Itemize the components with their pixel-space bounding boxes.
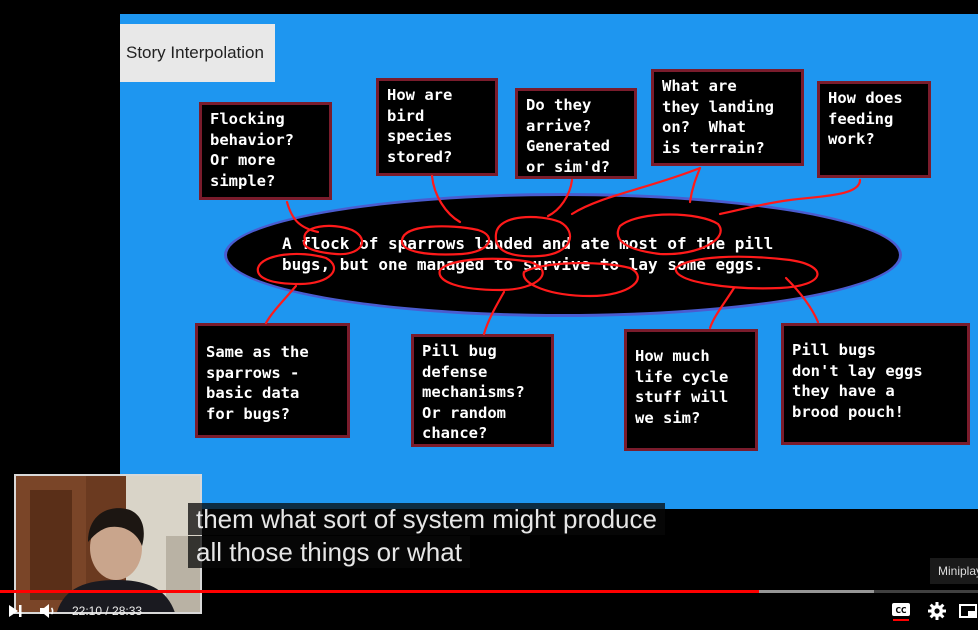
webcam-overlay xyxy=(14,474,202,614)
progress-bar[interactable] xyxy=(0,590,978,593)
time-separator: / xyxy=(102,604,113,618)
current-time: 22:10 xyxy=(72,604,103,618)
miniplayer-tooltip: Miniplayer xyxy=(930,558,978,584)
question-box-bird-species: How are bird species stored? xyxy=(376,78,498,176)
miniplayer-button[interactable] xyxy=(958,596,978,626)
caption-line-2: all those things or what xyxy=(188,536,470,568)
question-box-defense: Pill bug defense mechanisms? Or random c… xyxy=(411,334,554,447)
question-box-arrival: Do they arrive? Generated or sim'd? xyxy=(515,88,637,179)
volume-icon xyxy=(40,604,54,618)
player-controls: 22:10 / 28:33 CC xyxy=(0,596,978,630)
question-box-terrain: What are they landing on? What is terrai… xyxy=(651,69,804,166)
volume-button[interactable] xyxy=(34,596,62,626)
svg-text:CC: CC xyxy=(895,606,907,615)
settings-button[interactable] xyxy=(924,596,950,626)
caption-line-1: them what sort of system might produce xyxy=(188,503,665,535)
question-box-life-cycle: How much life cycle stuff will we sim? xyxy=(624,329,758,451)
presenter-video xyxy=(16,476,200,612)
captions-button[interactable]: CC xyxy=(888,596,914,626)
progress-played xyxy=(0,590,760,593)
question-box-bug-data: Same as the sparrows - basic data for bu… xyxy=(195,323,350,438)
slide-title: Story Interpolation xyxy=(120,24,275,82)
time-display: 22:10 / 28:33 xyxy=(72,604,142,618)
story-text: A flock of sparrows landed and ate most … xyxy=(282,234,774,274)
gear-icon xyxy=(928,602,946,620)
miniplayer-icon xyxy=(959,604,977,618)
duration: 28:33 xyxy=(112,604,143,618)
question-box-feeding: How does feeding work? xyxy=(817,81,931,178)
question-box-brood-pouch: Pill bugs don't lay eggs they have a bro… xyxy=(781,323,970,445)
question-box-flocking: Flocking behavior? Or more simple? xyxy=(199,102,332,200)
next-button[interactable] xyxy=(2,596,28,626)
cc-icon: CC xyxy=(892,603,910,621)
next-icon xyxy=(9,605,22,617)
